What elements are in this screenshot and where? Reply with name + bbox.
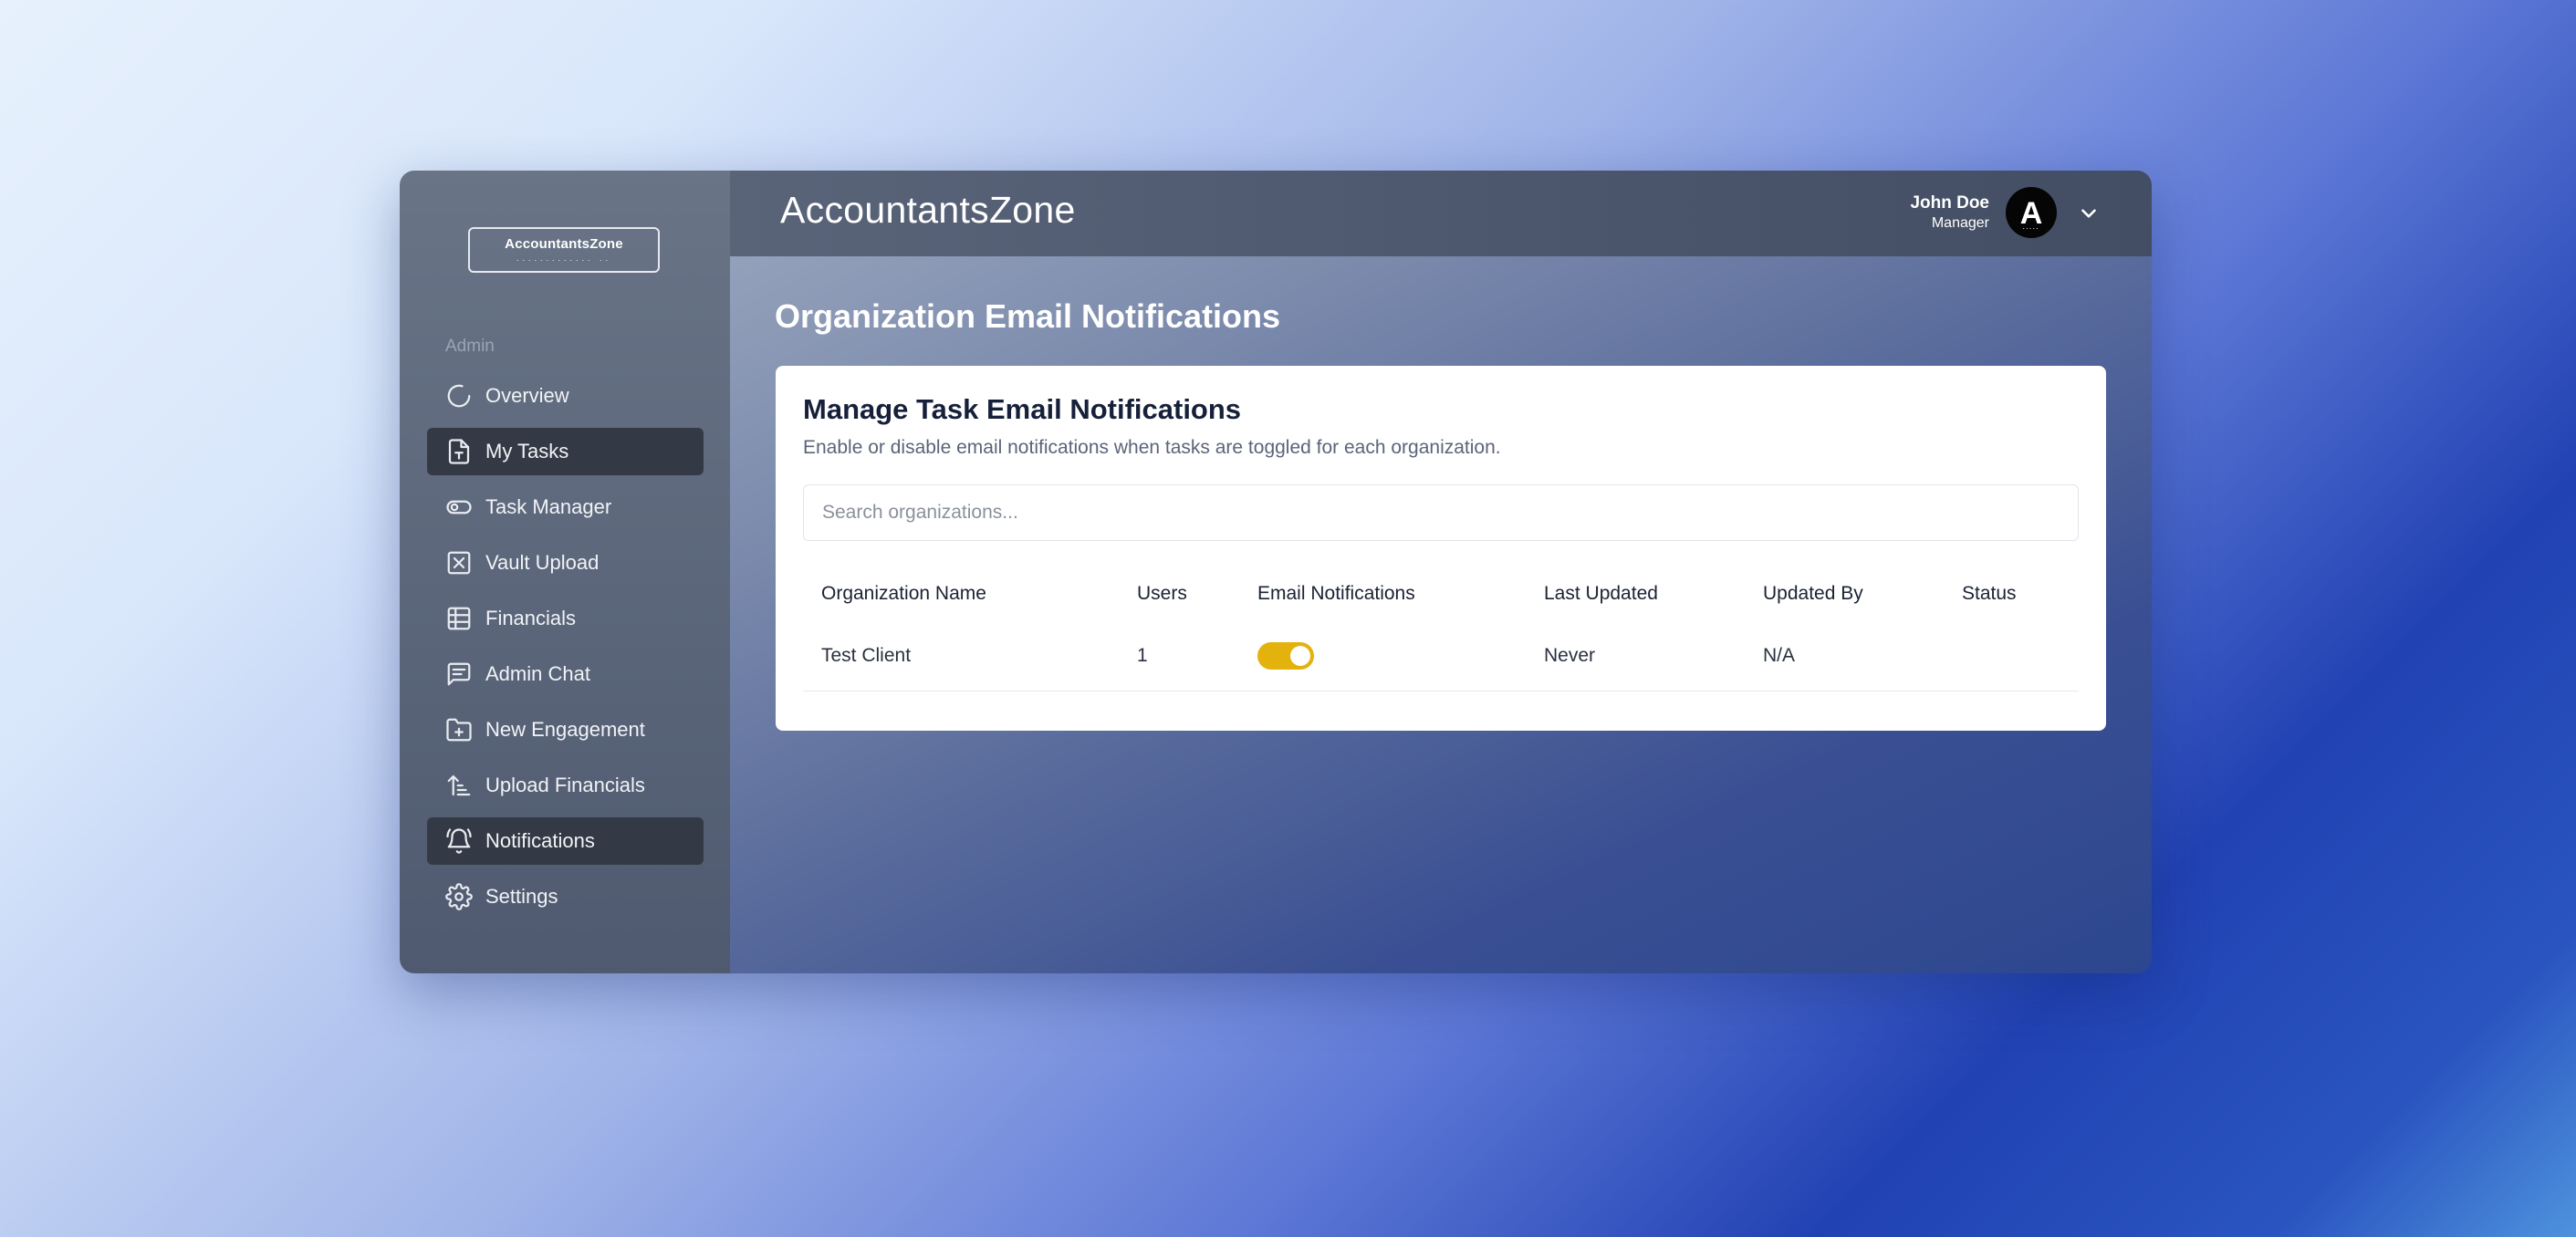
- sidebar-item-vault-upload[interactable]: Vault Upload: [427, 539, 704, 587]
- column-header-last-updated[interactable]: Last Updated: [1526, 567, 1745, 621]
- app-title: AccountantsZone: [780, 189, 1076, 231]
- avatar[interactable]: A .....: [2006, 187, 2057, 238]
- cell-status: [1944, 621, 2079, 691]
- loader-circle-icon: [447, 384, 471, 408]
- main-content: AccountantsZone John Doe Manager A .....…: [730, 171, 2152, 973]
- organizations-table: Organization Name Users Email Notificati…: [803, 567, 2079, 691]
- sidebar-item-label: Overview: [485, 384, 569, 407]
- chevron-down-icon[interactable]: [2077, 202, 2101, 225]
- user-role: Manager: [1931, 215, 1989, 231]
- sidebar-item-notifications[interactable]: Notifications: [427, 817, 704, 865]
- cell-last-updated: Never: [1526, 621, 1745, 691]
- cell-email-notifications: [1239, 621, 1526, 691]
- sort-upload-icon: [447, 774, 471, 796]
- notifications-card: Manage Task Email Notifications Enable o…: [776, 366, 2106, 731]
- column-header-status[interactable]: Status: [1944, 567, 2079, 621]
- sidebar-section-label: Admin: [445, 337, 495, 356]
- cell-organization-name: Test Client: [803, 621, 1119, 691]
- column-header-organization-name[interactable]: Organization Name: [803, 567, 1119, 621]
- page-title: Organization Email Notifications: [775, 297, 1281, 335]
- sidebar-item-label: Vault Upload: [485, 551, 600, 574]
- gear-icon: [445, 883, 473, 910]
- sidebar-item-label: My Tasks: [485, 440, 569, 463]
- table-icon: [447, 607, 471, 630]
- toggle-icon: [446, 500, 472, 515]
- sidebar-item-label: Admin Chat: [485, 662, 590, 685]
- table-header-row: Organization Name Users Email Notificati…: [803, 567, 2079, 621]
- sidebar-item-my-tasks[interactable]: My Tasks: [427, 428, 704, 475]
- column-header-users[interactable]: Users: [1119, 567, 1239, 621]
- folder-plus-icon: [446, 718, 472, 742]
- sidebar: AccountantsZone ............. .. Admin O…: [400, 171, 730, 973]
- sidebar-item-overview[interactable]: Overview: [427, 372, 704, 420]
- sidebar-item-financials[interactable]: Financials: [427, 595, 704, 642]
- sidebar-item-label: Financials: [485, 607, 577, 629]
- logo[interactable]: AccountantsZone ............. ..: [468, 227, 660, 273]
- box-x-icon: [447, 551, 471, 575]
- user-info[interactable]: John Doe Manager: [1910, 193, 1989, 234]
- avatar-dots: .....: [2022, 224, 2040, 231]
- email-notifications-toggle[interactable]: [1257, 642, 1314, 670]
- sidebar-item-label: Settings: [485, 885, 558, 908]
- sidebar-item-label: Upload Financials: [485, 774, 645, 796]
- column-header-updated-by[interactable]: Updated By: [1745, 567, 1944, 621]
- app-window: AccountantsZone ............. .. Admin O…: [400, 171, 2152, 973]
- sidebar-item-admin-chat[interactable]: Admin Chat: [427, 650, 704, 698]
- column-header-email-notifications[interactable]: Email Notifications: [1239, 567, 1526, 621]
- file-text-icon: [448, 439, 470, 464]
- sidebar-item-label: New Engagement: [485, 718, 645, 741]
- message-square-icon: [447, 662, 471, 686]
- cell-updated-by: N/A: [1745, 621, 1944, 691]
- cell-users: 1: [1119, 621, 1239, 691]
- sidebar-item-settings[interactable]: Settings: [427, 873, 704, 920]
- sidebar-item-label: Task Manager: [485, 495, 612, 518]
- sidebar-nav: Overview My Tasks Task Manager Vault Upl…: [427, 372, 704, 929]
- bell-ring-icon: [446, 828, 472, 854]
- sidebar-item-upload-financials[interactable]: Upload Financials: [427, 762, 704, 809]
- logo-title: AccountantsZone: [505, 236, 623, 252]
- top-bar: AccountantsZone John Doe Manager A .....: [730, 171, 2152, 256]
- search-input[interactable]: [803, 484, 2079, 541]
- user-name: John Doe: [1910, 193, 1989, 213]
- logo-tagline: ............. ..: [516, 254, 611, 263]
- table-row: Test Client 1 Never N/A: [803, 621, 2079, 691]
- sidebar-item-label: Notifications: [485, 829, 595, 852]
- sidebar-item-task-manager[interactable]: Task Manager: [427, 483, 704, 531]
- sidebar-item-new-engagement[interactable]: New Engagement: [427, 706, 704, 754]
- card-title: Manage Task Email Notifications: [803, 393, 1242, 425]
- card-description: Enable or disable email notifications wh…: [803, 437, 1501, 458]
